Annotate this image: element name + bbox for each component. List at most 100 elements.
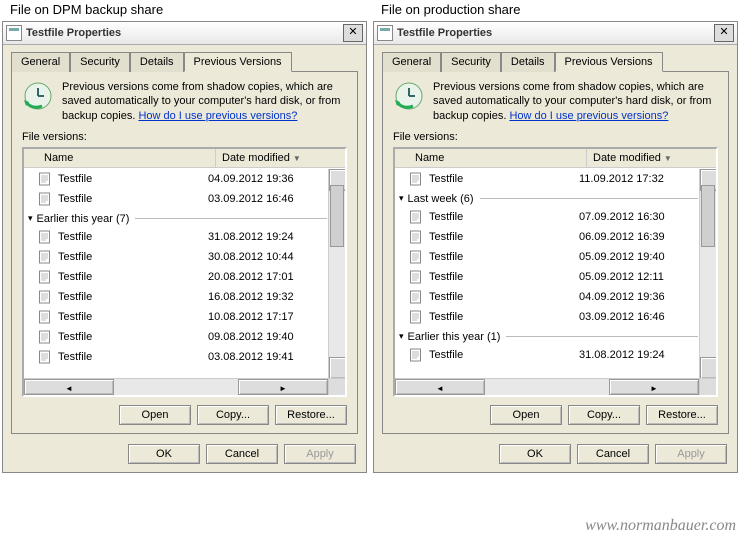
file-name: Testfile: [58, 251, 208, 263]
file-name: Testfile: [429, 251, 579, 263]
scroll-left-button[interactable]: ◄: [395, 379, 485, 395]
restore-button[interactable]: Restore...: [275, 405, 347, 425]
sort-desc-icon: ▼: [293, 154, 301, 163]
apply-button[interactable]: Apply: [655, 444, 727, 464]
chevron-down-icon[interactable]: ▾: [399, 331, 404, 342]
info-text: Previous versions come from shadow copie…: [433, 80, 718, 123]
open-button[interactable]: Open: [119, 405, 191, 425]
horizontal-scrollbar[interactable]: ◄►: [395, 378, 716, 395]
chevron-down-icon[interactable]: ▾: [399, 193, 404, 204]
scroll-right-button[interactable]: ►: [609, 379, 699, 395]
list-item[interactable]: Testfile07.09.2012 16:30: [395, 207, 700, 227]
col-date[interactable]: Date modified▼: [587, 149, 716, 167]
vertical-scrollbar[interactable]: ▲▼: [328, 169, 345, 379]
help-link[interactable]: How do I use previous versions?: [138, 110, 297, 122]
file-name: Testfile: [429, 271, 579, 283]
file-icon: [38, 350, 54, 364]
file-icon: [38, 310, 54, 324]
window-title: Testfile Properties: [397, 27, 714, 39]
list-item[interactable]: Testfile05.09.2012 12:11: [395, 267, 700, 287]
file-name: Testfile: [429, 173, 579, 185]
file-name: Testfile: [429, 291, 579, 303]
cancel-button[interactable]: Cancel: [206, 444, 278, 464]
copy-button[interactable]: Copy...: [197, 405, 269, 425]
list-item[interactable]: Testfile20.08.2012 17:01: [24, 267, 329, 287]
list-group[interactable]: ▾ Last week (6): [395, 189, 700, 207]
scroll-right-button[interactable]: ►: [238, 379, 328, 395]
horizontal-scrollbar[interactable]: ◄►: [24, 378, 345, 395]
apply-button[interactable]: Apply: [284, 444, 356, 464]
list-group[interactable]: ▾Earlier this year (1): [395, 327, 700, 345]
titlebar: Testfile Properties✕: [3, 22, 366, 45]
group-label: Earlier this year (7): [37, 213, 130, 225]
file-name: Testfile: [58, 311, 208, 323]
vertical-scrollbar[interactable]: ▲▼: [699, 169, 716, 379]
list-item[interactable]: Testfile03.09.2012 16:46: [395, 307, 700, 327]
tab-general[interactable]: General: [382, 52, 441, 72]
ok-button[interactable]: OK: [499, 444, 571, 464]
tab-previous versions[interactable]: Previous Versions: [184, 52, 292, 72]
scroll-thumb[interactable]: [701, 185, 715, 247]
file-date: 04.09.2012 19:36: [579, 291, 698, 303]
list-item[interactable]: Testfile03.09.2012 16:46: [24, 189, 329, 209]
col-date[interactable]: Date modified▼: [216, 149, 345, 167]
list-item[interactable]: Testfile03.08.2012 19:41: [24, 347, 329, 367]
window-icon: [377, 25, 393, 41]
tab-details[interactable]: Details: [130, 52, 184, 72]
chevron-down-icon[interactable]: ▾: [28, 213, 33, 224]
file-name: Testfile: [429, 311, 579, 323]
col-name[interactable]: Name: [395, 149, 587, 167]
file-icon: [38, 172, 54, 186]
ok-button[interactable]: OK: [128, 444, 200, 464]
tab-security[interactable]: Security: [441, 52, 501, 72]
file-name: Testfile: [58, 231, 208, 243]
open-button[interactable]: Open: [490, 405, 562, 425]
versions-listview: NameDate modified▼ Testfile11.09.2012 17:…: [393, 147, 718, 397]
scroll-down-button[interactable]: ▼: [700, 357, 718, 379]
scroll-left-button[interactable]: ◄: [24, 379, 114, 395]
titlebar: Testfile Properties✕: [374, 22, 737, 45]
help-link[interactable]: How do I use previous versions?: [509, 110, 668, 122]
file-date: 07.09.2012 16:30: [579, 211, 698, 223]
tab-previous versions[interactable]: Previous Versions: [555, 52, 663, 72]
restore-button[interactable]: Restore...: [646, 405, 718, 425]
file-date: 16.08.2012 19:32: [208, 291, 327, 303]
tab-general[interactable]: General: [11, 52, 70, 72]
file-date: 03.09.2012 16:46: [208, 193, 327, 205]
left-label: File on DPM backup share: [2, 0, 367, 21]
list-item[interactable]: Testfile04.09.2012 19:36: [395, 287, 700, 307]
file-icon: [409, 310, 425, 324]
cancel-button[interactable]: Cancel: [577, 444, 649, 464]
list-item[interactable]: Testfile31.08.2012 19:24: [24, 227, 329, 247]
close-icon[interactable]: ✕: [343, 24, 363, 42]
list-group[interactable]: ▾ Earlier this year (7): [24, 209, 329, 227]
list-item[interactable]: Testfile09.08.2012 19:40: [24, 327, 329, 347]
list-item[interactable]: Testfile30.08.2012 10:44: [24, 247, 329, 267]
group-label: Last week (6): [408, 193, 474, 205]
file-date: 10.08.2012 17:17: [208, 311, 327, 323]
col-name[interactable]: Name: [24, 149, 216, 167]
sort-desc-icon: ▼: [664, 154, 672, 163]
file-versions-label: File versions:: [393, 131, 718, 143]
file-icon: [38, 250, 54, 264]
list-item[interactable]: Testfile04.09.2012 19:36: [24, 169, 329, 189]
scroll-thumb[interactable]: [330, 185, 344, 247]
list-item[interactable]: Testfile10.08.2012 17:17: [24, 307, 329, 327]
close-icon[interactable]: ✕: [714, 24, 734, 42]
list-item[interactable]: Testfile05.09.2012 19:40: [395, 247, 700, 267]
tab-details[interactable]: Details: [501, 52, 555, 72]
file-date: 04.09.2012 19:36: [208, 173, 327, 185]
file-icon: [409, 172, 425, 186]
list-item[interactable]: Testfile31.08.2012 19:24: [395, 345, 700, 365]
file-date: 05.09.2012 19:40: [579, 251, 698, 263]
file-icon: [38, 192, 54, 206]
file-icon: [409, 250, 425, 264]
list-item[interactable]: Testfile11.09.2012 17:32: [395, 169, 700, 189]
list-item[interactable]: Testfile16.08.2012 19:32: [24, 287, 329, 307]
list-item[interactable]: Testfile06.09.2012 16:39: [395, 227, 700, 247]
copy-button[interactable]: Copy...: [568, 405, 640, 425]
tab-security[interactable]: Security: [70, 52, 130, 72]
list-body: Testfile11.09.2012 17:32 ▾ Last week (6) Te…: [395, 169, 700, 379]
file-date: 31.08.2012 19:24: [208, 231, 327, 243]
scroll-down-button[interactable]: ▼: [329, 357, 347, 379]
